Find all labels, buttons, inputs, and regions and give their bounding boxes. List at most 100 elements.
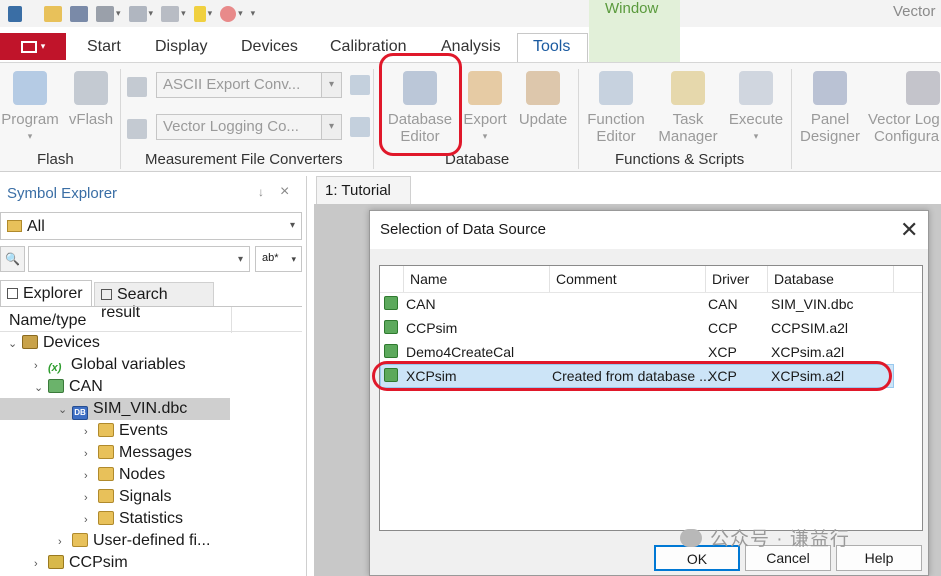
- update-button[interactable]: Update: [514, 71, 572, 128]
- column-header-name[interactable]: Name: [404, 266, 550, 292]
- chevron-down-icon[interactable]: ▾: [290, 220, 295, 231]
- tab-search-result[interactable]: Search result: [94, 282, 214, 321]
- chevron-right-icon[interactable]: ›: [34, 558, 48, 570]
- tree-node-devices[interactable]: ⌄ Devices: [8, 334, 100, 356]
- chevron-down-icon: ▾: [482, 131, 488, 141]
- column-divider[interactable]: [231, 307, 232, 333]
- task-manager-button[interactable]: Task Manager: [652, 71, 724, 145]
- chevron-right-icon[interactable]: ›: [84, 426, 98, 438]
- tree-node-nodes[interactable]: › Nodes: [84, 466, 165, 488]
- chevron-right-icon[interactable]: ›: [34, 360, 48, 372]
- group-separator: [578, 69, 579, 169]
- panel-designer-button[interactable]: Panel Designer: [796, 71, 864, 145]
- database-icon: DB: [72, 406, 88, 420]
- lightning-icon[interactable]: [193, 5, 206, 22]
- record-icon[interactable]: [220, 5, 237, 22]
- watermark: 公众号 · 谦益行: [680, 524, 850, 551]
- folder-icon: [98, 423, 114, 437]
- tree-node-can[interactable]: ⌄ CAN: [34, 378, 103, 400]
- chevron-down-icon: ▾: [753, 131, 759, 141]
- dialog-titlebar[interactable]: Selection of Data Source ✕: [370, 211, 928, 249]
- connect-icon[interactable]: [128, 5, 147, 22]
- chevron-right-icon[interactable]: ›: [84, 448, 98, 460]
- tree-node-signals[interactable]: › Signals: [84, 488, 171, 510]
- tab-tutorial[interactable]: 1: Tutorial: [316, 176, 411, 204]
- search-icon[interactable]: 🔍: [0, 246, 25, 272]
- chevron-down-icon[interactable]: ▾: [238, 254, 243, 265]
- chevron-down-icon[interactable]: ▾: [321, 73, 341, 97]
- save-icon[interactable]: [70, 5, 88, 22]
- chevron-right-icon[interactable]: ›: [58, 536, 72, 548]
- logger-config-icon: [906, 71, 940, 105]
- list-item[interactable]: CAN CAN SIM_VIN.dbc: [380, 292, 894, 316]
- chevron-down-icon[interactable]: ⌄: [8, 337, 22, 350]
- chevron-down-icon[interactable]: ▾: [238, 8, 243, 19]
- ascii-export-combo[interactable]: ASCII Export Conv... ▾: [156, 72, 342, 98]
- chevron-right-icon[interactable]: ›: [84, 492, 98, 504]
- tree-node-sim-vin-dbc[interactable]: ⌄ DB SIM_VIN.dbc: [58, 400, 187, 422]
- task-manager-icon: [671, 71, 705, 105]
- close-icon[interactable]: ×: [280, 183, 289, 201]
- pin-icon[interactable]: ↓: [258, 185, 264, 199]
- search-result-icon: [101, 289, 112, 300]
- chevron-down-icon[interactable]: ⌄: [58, 403, 72, 416]
- file-menu-button[interactable]: ▾: [0, 33, 66, 60]
- wechat-icon: [680, 529, 702, 547]
- tree-node-user-defined[interactable]: › User-defined fi...: [58, 532, 210, 554]
- network-icon[interactable]: [96, 5, 114, 22]
- data-source-dialog: Selection of Data Source ✕ Name Comment …: [369, 210, 929, 576]
- file-menu-icon: [20, 40, 37, 53]
- panel-designer-icon: [813, 71, 847, 105]
- tab-explorer[interactable]: Explorer: [0, 280, 92, 306]
- symbol-search-input[interactable]: ▾: [28, 246, 250, 272]
- chevron-down-icon[interactable]: ▾: [181, 8, 186, 19]
- vector-logger-config-button[interactable]: Vector Log Configura: [868, 71, 941, 145]
- chevron-down-icon[interactable]: ▾: [149, 8, 154, 19]
- function-editor-icon: [599, 71, 633, 105]
- chevron-down-icon[interactable]: ▾: [116, 8, 121, 19]
- symbol-filter-combo[interactable]: All ▾: [0, 212, 302, 240]
- chevron-right-icon[interactable]: ›: [84, 470, 98, 482]
- chevron-down-icon[interactable]: ▾: [208, 8, 213, 19]
- folder-icon: [98, 511, 114, 525]
- tree-column-header[interactable]: Name/type: [0, 306, 302, 333]
- selected-row-highlight: [372, 361, 892, 391]
- folder-icon: [98, 489, 114, 503]
- tree-node-ccpsim[interactable]: › CCPsim: [34, 554, 128, 576]
- explorer-icon: [7, 288, 18, 299]
- group-functions-label: Functions & Scripts: [615, 151, 745, 168]
- converter-settings-icon[interactable]: [350, 117, 370, 137]
- column-header-driver[interactable]: Driver: [706, 266, 768, 292]
- export-button[interactable]: Export ▾: [458, 71, 512, 145]
- vflash-icon: [74, 71, 108, 105]
- chevron-down-icon[interactable]: ▾: [321, 115, 341, 139]
- tree-node-events[interactable]: › Events: [84, 422, 168, 444]
- tab-start[interactable]: Start: [87, 38, 121, 56]
- list-item[interactable]: CCPsim CCP CCPSIM.a2l: [380, 316, 894, 340]
- function-editor-button[interactable]: Function Editor: [582, 71, 650, 145]
- program-button[interactable]: Program ▾: [0, 71, 60, 145]
- open-folder-icon[interactable]: [44, 5, 62, 22]
- vector-logging-combo[interactable]: Vector Logging Co... ▾: [156, 114, 342, 140]
- column-header-database[interactable]: Database: [768, 266, 894, 292]
- tab-devices[interactable]: Devices: [241, 38, 298, 56]
- tree-node-global-variables[interactable]: › (x) Global variables: [34, 356, 186, 378]
- execute-button[interactable]: Execute ▾: [726, 71, 786, 145]
- data-source-list[interactable]: Name Comment Driver Database CAN CAN SIM…: [379, 265, 923, 531]
- group-converters-label: Measurement File Converters: [145, 151, 343, 168]
- tab-tools[interactable]: Tools: [533, 38, 570, 56]
- chevron-down-icon[interactable]: ⌄: [34, 381, 48, 394]
- column-header-comment[interactable]: Comment: [550, 266, 706, 292]
- close-icon[interactable]: ✕: [900, 217, 918, 243]
- layout-icon[interactable]: [161, 5, 180, 22]
- symbol-explorer-title: Symbol Explorer: [7, 185, 118, 202]
- customize-toolbar-icon[interactable]: ▾: [251, 8, 256, 19]
- regex-toggle-button[interactable]: ab* ▾: [255, 246, 302, 272]
- chevron-down-icon: ▾: [27, 131, 33, 141]
- vflash-button[interactable]: vFlash: [64, 71, 118, 128]
- converter-settings-icon[interactable]: [350, 75, 370, 95]
- tab-display[interactable]: Display: [155, 38, 207, 56]
- tree-node-messages[interactable]: › Messages: [84, 444, 192, 466]
- chevron-right-icon[interactable]: ›: [84, 514, 98, 526]
- tree-node-statistics[interactable]: › Statistics: [84, 510, 183, 532]
